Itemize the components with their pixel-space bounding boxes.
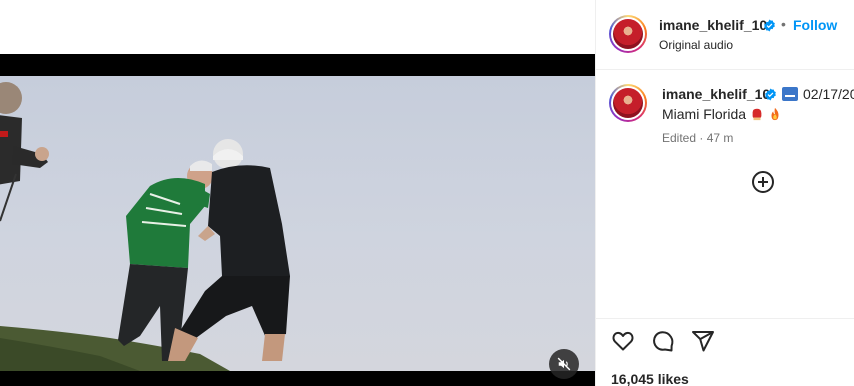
post-time[interactable]: 47 m — [707, 131, 734, 145]
caption-date: 02/17/20 — [803, 86, 854, 102]
boxing-glove-icon — [752, 108, 762, 121]
audio-label[interactable]: Original audio — [659, 38, 733, 52]
caption-username[interactable]: imane_khelif_10 — [662, 86, 770, 102]
likes-count[interactable]: 16,045 likes — [611, 371, 689, 386]
caption-text-body: Miami Florida — [662, 106, 747, 122]
author-username[interactable]: imane_khelif_10 — [659, 17, 767, 33]
caption-text: Miami Florida — [662, 106, 782, 122]
post-video[interactable] — [0, 0, 595, 386]
mute-button[interactable] — [549, 349, 579, 379]
video-frame[interactable] — [0, 76, 595, 371]
author-avatar[interactable] — [609, 15, 647, 53]
caption-meta: Edited · 47 m — [662, 131, 733, 145]
add-comment-icon[interactable] — [751, 170, 775, 194]
meta-separator: · — [699, 131, 704, 145]
follow-button[interactable]: Follow — [793, 17, 837, 33]
comment-icon[interactable] — [651, 329, 675, 353]
muted-speaker-icon — [557, 357, 571, 371]
share-icon[interactable] — [691, 329, 715, 353]
header-separator: • — [781, 16, 786, 32]
verified-badge-icon — [764, 19, 775, 32]
post-sidebar: imane_khelif_10 • Follow Original audio … — [595, 0, 854, 386]
caption-avatar[interactable] — [609, 84, 647, 122]
avatar-image — [613, 19, 643, 49]
fire-icon — [771, 107, 779, 121]
edited-label: Edited — [662, 131, 697, 145]
video-scene — [0, 82, 290, 371]
post-header: imane_khelif_10 • Follow Original audio — [596, 0, 854, 70]
caption-verified-badge-icon — [765, 88, 776, 101]
heart-icon[interactable] — [611, 329, 635, 353]
caption-avatar-image — [613, 88, 643, 118]
actions-divider — [596, 318, 854, 319]
soon-emoji-icon — [782, 87, 798, 101]
video-letterbox-bottom — [0, 371, 595, 386]
video-letterbox-top — [0, 54, 595, 76]
